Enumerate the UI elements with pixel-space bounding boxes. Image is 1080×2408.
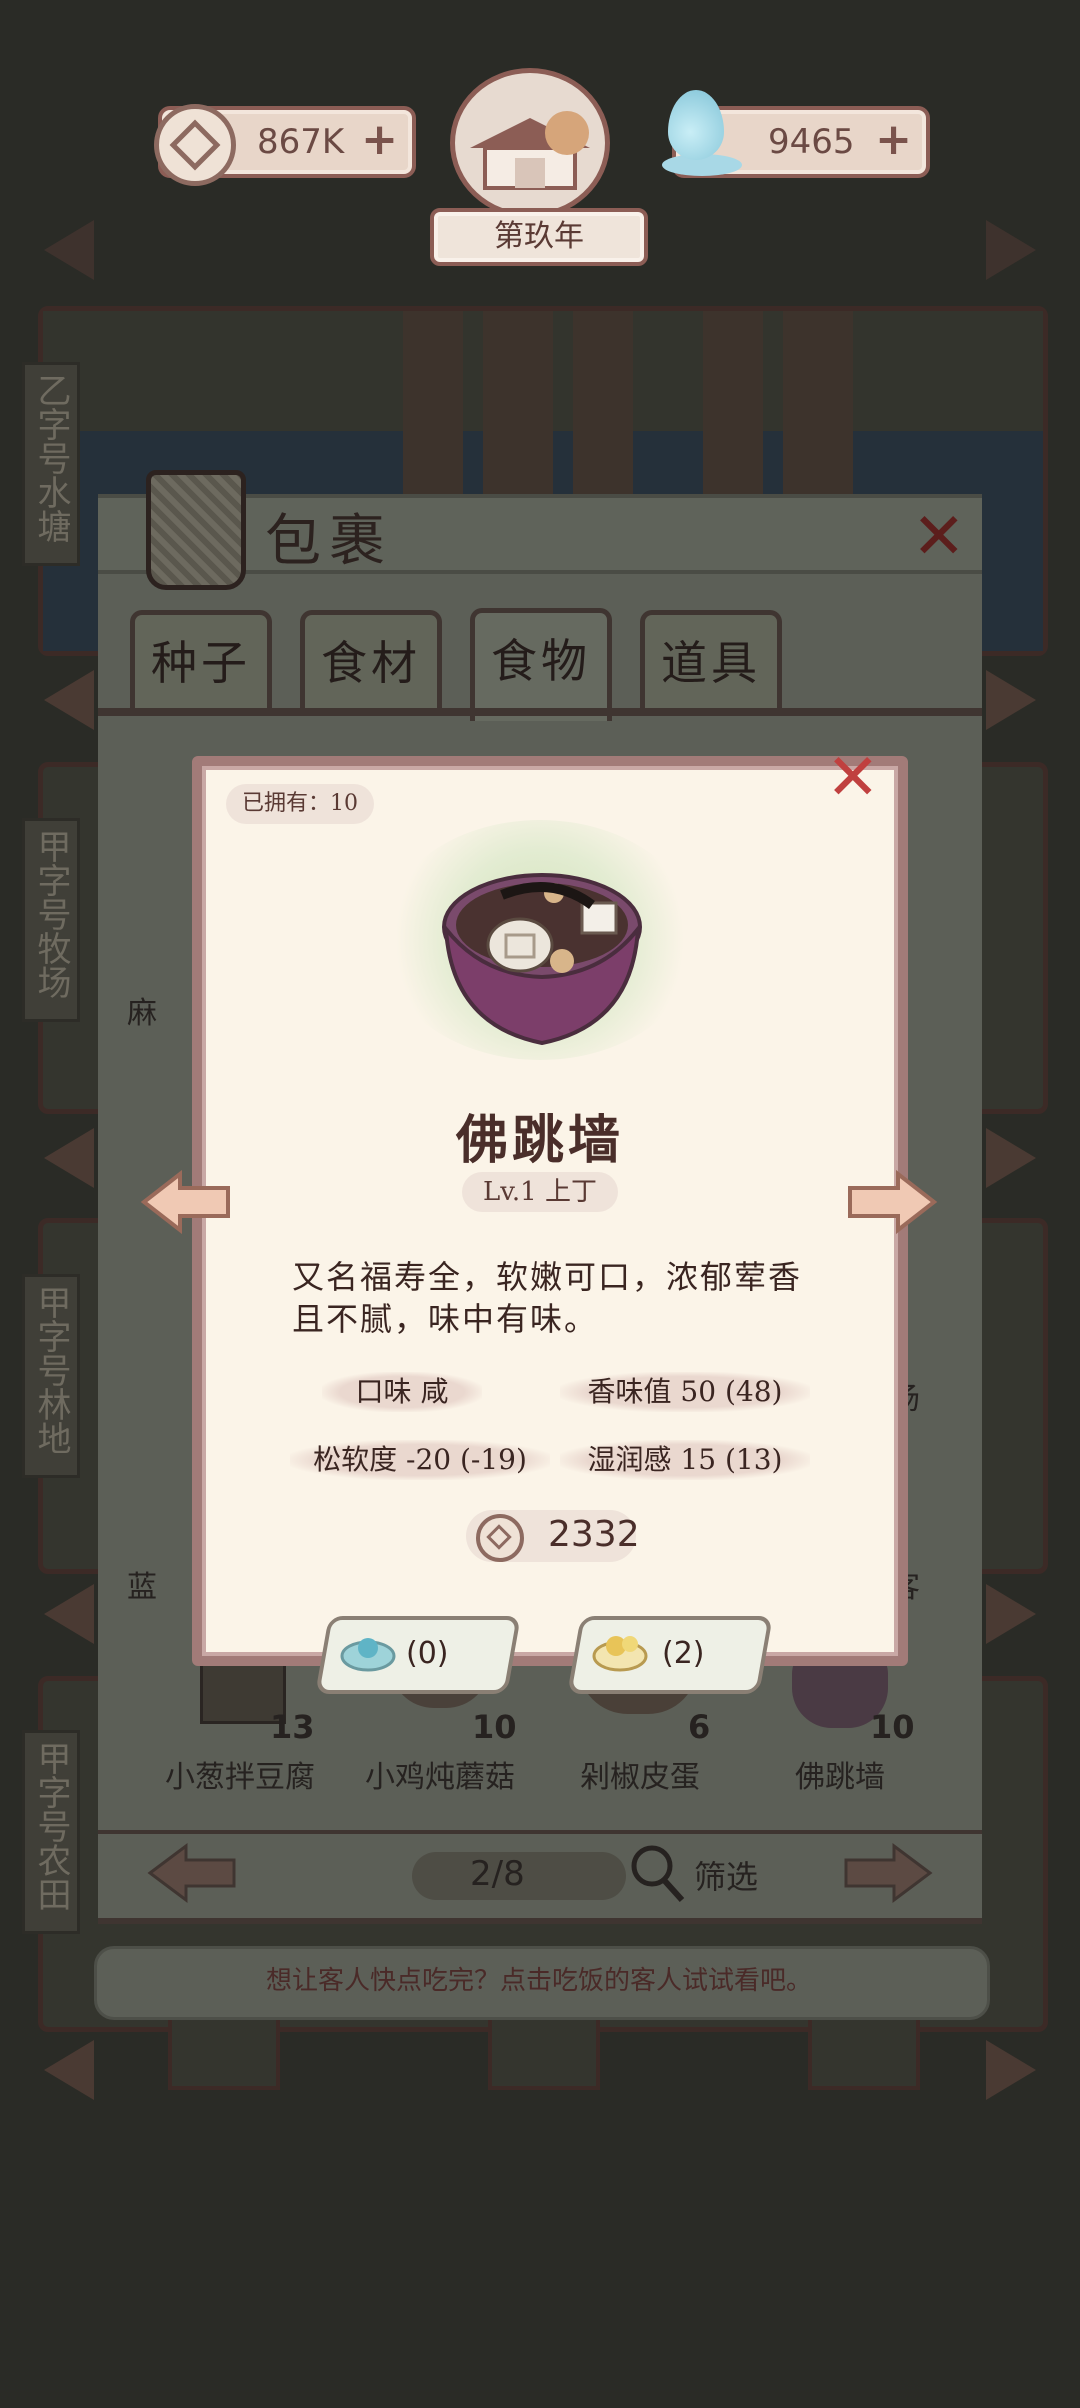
- stat-moisture: 湿润感 15 (13): [560, 1440, 810, 1480]
- water-drop-icon: [668, 90, 724, 160]
- item-name: 小鸡炖蘑菇: [365, 1760, 515, 1795]
- plot-sign: 甲字号农田: [22, 1730, 80, 1934]
- plot-sign-text: 甲字号农田: [31, 1741, 71, 1911]
- golden-dish-icon: [592, 1636, 648, 1672]
- bag-close-button[interactable]: ✕: [912, 500, 966, 574]
- tab-ingredients[interactable]: 食材: [300, 610, 442, 711]
- item-count: 10: [870, 1708, 915, 1746]
- item-count: 10: [472, 1708, 517, 1746]
- arrow-right-icon[interactable]: [986, 2040, 1036, 2100]
- add-coins-button[interactable]: +: [361, 118, 398, 162]
- plot-sign-text: 甲字号牧场: [31, 829, 71, 999]
- item-name: 剁椒皮蛋: [580, 1760, 700, 1795]
- plot-slot[interactable]: [488, 2016, 600, 2090]
- coin-icon: [476, 1514, 524, 1562]
- arrow-left-icon[interactable]: [44, 1128, 94, 1188]
- add-gems-button[interactable]: +: [875, 118, 912, 162]
- next-page-button[interactable]: [842, 1842, 934, 1904]
- stat-softness: 松软度 -20 (-19): [290, 1440, 550, 1480]
- item-name-title: 佛跳墙: [455, 1110, 624, 1171]
- coin-counter[interactable]: 867K +: [154, 104, 416, 186]
- item-price: 2332: [548, 1514, 640, 1555]
- pavilion-icon: [470, 111, 590, 190]
- buddha-jumps-wall-icon: [442, 873, 642, 1046]
- plot-slot[interactable]: [168, 2016, 280, 2090]
- plot-sign-text: 甲字号林地: [31, 1285, 71, 1455]
- item-name: 佛跳墙: [795, 1760, 885, 1795]
- item-description: 又名福寿全，软嫩可口，浓郁荤香且不腻，味中有味。: [292, 1258, 803, 1338]
- search-icon[interactable]: [626, 1842, 688, 1904]
- arrow-right-icon[interactable]: [986, 1128, 1036, 1188]
- page-indicator: 2/8: [470, 1854, 525, 1894]
- plot-sign: 乙字号水塘: [22, 362, 80, 566]
- plot-sign: 甲字号林地: [22, 1274, 80, 1478]
- tab-food[interactable]: 食物: [470, 608, 612, 721]
- tip-text: 想让客人快点吃完？点击吃饭的客人试试看吧。: [265, 1966, 812, 1996]
- arrow-right-icon[interactable]: [986, 1584, 1036, 1644]
- filter-button[interactable]: 筛选: [694, 1852, 758, 1898]
- item-count: 6: [688, 1708, 711, 1746]
- basket-icon: [146, 470, 246, 590]
- item-label-partial: 蓝: [127, 1570, 157, 1605]
- tab-seeds[interactable]: 种子: [130, 610, 272, 711]
- bag-title: 包裹: [265, 509, 393, 574]
- next-item-arrow[interactable]: [846, 1170, 938, 1234]
- tab-divider: [98, 708, 982, 716]
- owned-count: 已拥有：10: [226, 784, 374, 824]
- arrow-right-icon[interactable]: [986, 220, 1036, 280]
- stat-aroma: 香味值 50 (48): [560, 1372, 810, 1412]
- plot-sign: 甲字号牧场: [22, 818, 80, 1022]
- plot-sign-text: 乙字号水塘: [31, 373, 71, 543]
- arrow-left-icon[interactable]: [44, 670, 94, 730]
- year-badge: [430, 68, 620, 218]
- close-icon[interactable]: ✕: [826, 746, 880, 810]
- plot-slot[interactable]: [808, 2016, 920, 2090]
- arrow-right-icon[interactable]: [986, 670, 1036, 730]
- gem-counter[interactable]: 9465 +: [662, 90, 930, 178]
- year-label: 第玖年: [430, 208, 648, 266]
- item-name: 小葱拌豆腐: [165, 1760, 315, 1795]
- action-right-count: (2): [662, 1636, 705, 1671]
- gem-value: 9465: [768, 122, 855, 162]
- prev-page-button[interactable]: [146, 1842, 238, 1904]
- arrow-left-icon[interactable]: [44, 220, 94, 280]
- tab-items[interactable]: 道具: [640, 610, 782, 711]
- building-emblem: [450, 68, 610, 218]
- blue-dish-icon: [340, 1638, 396, 1672]
- action-left-count: (0): [406, 1636, 449, 1671]
- stat-taste: 口味 咸: [322, 1372, 482, 1412]
- prev-item-arrow[interactable]: [140, 1170, 232, 1234]
- arrow-left-icon[interactable]: [44, 2040, 94, 2100]
- coin-icon: [154, 104, 236, 186]
- level-badge: Lv.1 上丁: [462, 1172, 618, 1212]
- item-label-partial: 麻: [127, 996, 157, 1031]
- coin-value: 867K: [257, 122, 345, 162]
- item-count: 13: [270, 1708, 315, 1746]
